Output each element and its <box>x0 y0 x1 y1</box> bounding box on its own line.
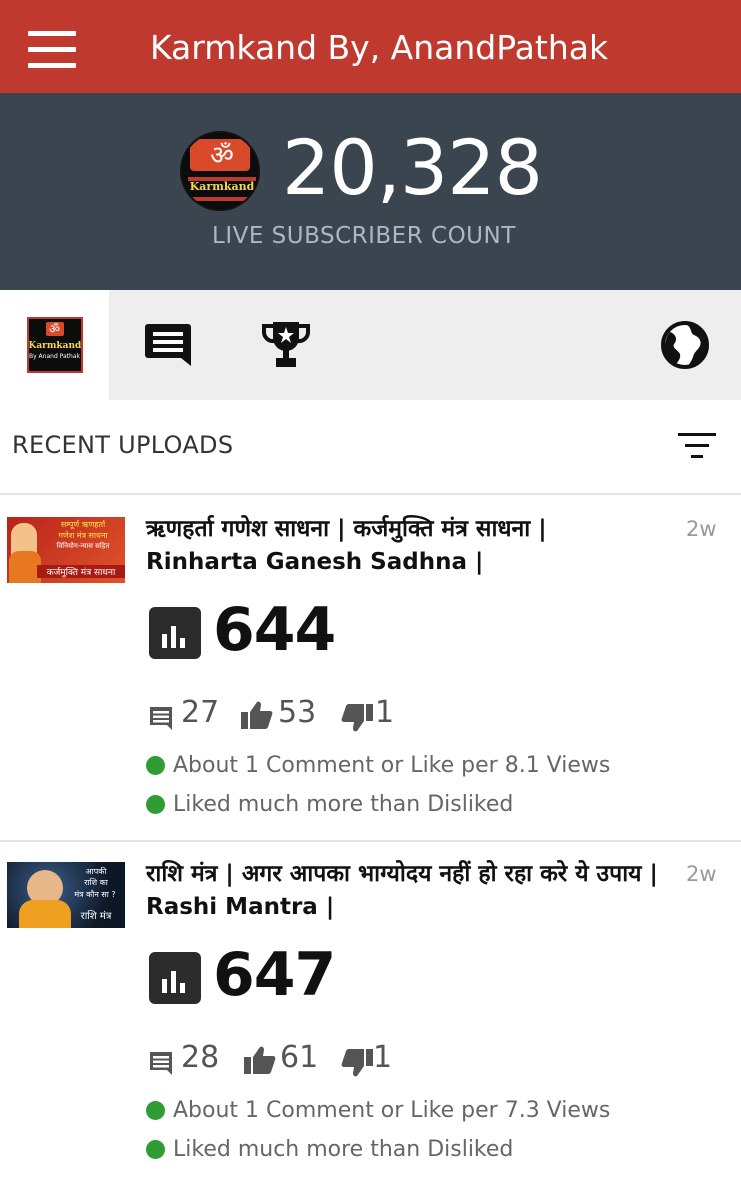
tab-bar: ॐ Karmkand By Anand Pathak <box>0 290 741 400</box>
view-count: 647 <box>213 940 336 1010</box>
subscriber-header: ॐ Karmkand 20,328 LIVE SUBSCRIBER COUNT <box>0 93 741 290</box>
app-bar: Karmkand By, AnandPathak <box>0 0 741 93</box>
video-item[interactable]: आपकी राशि का मंत्र कौन सा ? राशि मंत्र र… <box>0 842 741 1186</box>
subscriber-count-label: LIVE SUBSCRIBER COUNT <box>212 223 516 249</box>
channel-avatar[interactable]: ॐ Karmkand <box>180 131 260 211</box>
status-dot <box>146 1140 165 1159</box>
subscriber-count: 20,328 <box>282 123 543 212</box>
status-dot <box>146 795 165 814</box>
globe-icon <box>661 321 709 369</box>
hamburger-menu-icon[interactable] <box>28 31 78 68</box>
video-item[interactable]: सम्पूर्ण ऋणहर्ता गणेश मंत्र साधना विनियो… <box>0 497 741 840</box>
like-count: 61 <box>280 1040 319 1075</box>
logo-text: Karmkand <box>189 180 255 193</box>
dislike-count: 1 <box>375 695 395 730</box>
video-title[interactable]: ऋणहर्ता गणेश साधना | कर्जमुक्ति मंत्र सा… <box>146 513 666 579</box>
trophy-icon <box>261 322 311 367</box>
sort-filter-icon[interactable] <box>678 430 716 462</box>
channel-logo-icon: ॐ Karmkand By Anand Pathak <box>26 317 83 373</box>
comment-icon <box>150 707 172 730</box>
thumbs-down-icon <box>341 1049 373 1077</box>
section-title: RECENT UPLOADS <box>12 431 234 459</box>
tab-comments[interactable] <box>120 290 216 400</box>
tab-trophy[interactable] <box>238 290 334 400</box>
video-age: 2w <box>686 862 717 886</box>
sentiment-note: Liked much more than Disliked <box>146 792 513 817</box>
video-thumbnail[interactable]: आपकी राशि का मंत्र कौन सा ? राशि मंत्र <box>7 862 125 928</box>
video-thumbnail[interactable]: सम्पूर्ण ऋणहर्ता गणेश मंत्र साधना विनियो… <box>7 517 125 583</box>
views-chart-icon <box>149 607 201 659</box>
comment-count: 27 <box>181 695 220 730</box>
om-symbol: ॐ <box>210 141 234 171</box>
app-title: Karmkand By, AnandPathak <box>150 28 609 67</box>
comment-icon <box>150 1052 172 1075</box>
sentiment-note: Liked much more than Disliked <box>146 1137 513 1162</box>
divider <box>0 493 741 495</box>
thumbs-up-icon <box>241 701 273 729</box>
video-age: 2w <box>686 517 717 541</box>
engagement-note: About 1 Comment or Like per 8.1 Views <box>146 753 610 778</box>
comment-count: 28 <box>181 1040 220 1075</box>
views-chart-icon <box>149 952 201 1004</box>
tab-channel[interactable]: ॐ Karmkand By Anand Pathak <box>0 290 109 400</box>
engagement-note: About 1 Comment or Like per 7.3 Views <box>146 1098 610 1123</box>
video-title[interactable]: राशि मंत्र | अगर आपका भाग्योदय नहीं हो र… <box>146 858 666 924</box>
dislike-count: 1 <box>373 1040 393 1075</box>
tab-globe[interactable] <box>640 290 730 400</box>
status-dot <box>146 1101 165 1120</box>
comments-icon <box>145 324 191 366</box>
thumbs-up-icon <box>244 1046 276 1074</box>
view-count: 644 <box>213 595 336 665</box>
thumbs-down-icon <box>341 704 373 732</box>
status-dot <box>146 756 165 775</box>
like-count: 53 <box>278 695 317 730</box>
